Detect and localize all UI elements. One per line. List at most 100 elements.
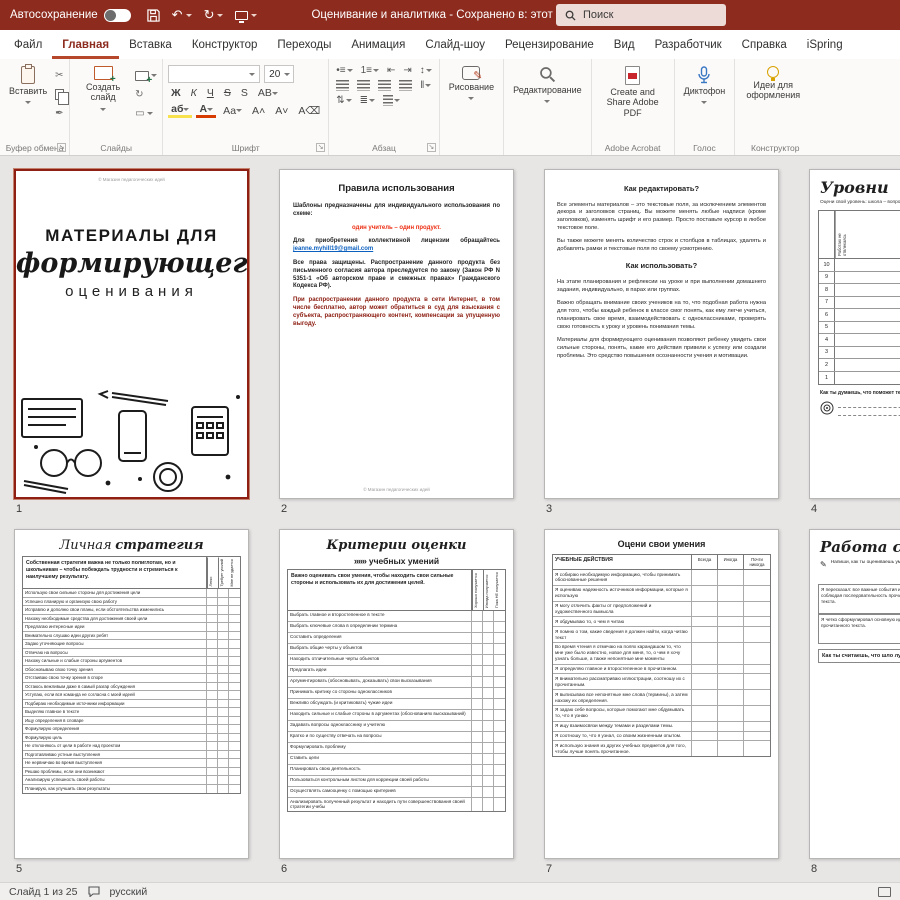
underline-button[interactable]: Ч	[204, 87, 217, 99]
italic-button[interactable]: К	[188, 87, 200, 99]
slide-thumbnail-5[interactable]: Личная стратегия Собственная стратегия в…	[14, 529, 249, 859]
reset-slide-button[interactable]: ↻	[135, 87, 157, 102]
bullets-button[interactable]: •≡	[334, 65, 354, 76]
search-input[interactable]: Поиск	[556, 4, 726, 26]
dialog-launcher-icon[interactable]: ↘	[316, 143, 325, 152]
slide-title: Оцени свои умения	[545, 539, 778, 549]
language-indicator[interactable]: русский	[110, 886, 148, 898]
tab-file[interactable]: Файл	[4, 32, 52, 59]
strikethrough-button[interactable]: S	[221, 87, 234, 99]
font-name-select[interactable]	[168, 65, 260, 83]
outdent-icon: ⇤	[387, 65, 395, 76]
slide-number: 1	[14, 503, 249, 515]
dictate-button[interactable]: Диктофон	[680, 63, 730, 110]
tab-design[interactable]: Конструктор	[182, 32, 268, 59]
slide-title: Критерии оценки	[280, 537, 513, 553]
new-slide-button[interactable]: Создать слайд	[75, 63, 131, 117]
table-row: Подбираю необходимые источники информаци…	[23, 700, 240, 709]
grow-font-button[interactable]: А˄	[249, 105, 268, 117]
chevron-down-icon	[251, 14, 257, 20]
tab-developer[interactable]: Разработчик	[645, 32, 732, 59]
table-row: Не нервничаю во время выступления	[23, 759, 240, 768]
align-text-button[interactable]: ≣	[358, 95, 377, 106]
font-color-button[interactable]: А	[196, 103, 216, 118]
table-row: Я помню о том, какие сведения я должен н…	[553, 627, 770, 643]
create-pdf-button[interactable]: Create and Share Adobe PDF	[597, 63, 669, 121]
table-row: Отстаиваю свою точку зрения в споре	[23, 674, 240, 683]
save-button[interactable]	[141, 0, 166, 30]
tab-transitions[interactable]: Переходы	[267, 32, 341, 59]
clear-formatting-button[interactable]: А⌫	[295, 105, 323, 117]
slide-thumbnail-2[interactable]: Правила использования Шаблоны предназнач…	[279, 169, 514, 499]
text-shadow-button[interactable]: S	[238, 87, 251, 99]
slide-thumbnail-4[interactable]: Уровни Оцени свой уровень: школа – вопро…	[809, 169, 900, 499]
align-left-button[interactable]	[334, 80, 351, 91]
cut-button[interactable]: ✂	[55, 68, 64, 83]
comments-icon[interactable]	[88, 886, 100, 897]
group-slides: Создать слайд ↻ ▭ Слайды	[70, 59, 163, 155]
table-row: Выбрать ключевые слова в определении тер…	[288, 622, 505, 633]
slide-thumbnail-7[interactable]: Оцени свои умения УЧЕБНЫЕ ДЕЙСТВИЯ Всегд…	[544, 529, 779, 859]
chevron-down-icon	[544, 100, 550, 106]
notes-icon[interactable]	[878, 887, 891, 897]
align-right-button[interactable]	[376, 80, 393, 91]
slide-thumbnail-8[interactable]: Работа с текстом ✎ Напиши, как ты оценив…	[809, 529, 900, 859]
undo-button[interactable]: ↶	[166, 0, 198, 30]
column-header: Пока НЕ получается	[494, 570, 505, 610]
table-row: 6	[819, 309, 900, 322]
chevron-down-icon	[217, 14, 223, 20]
align-center-button[interactable]	[355, 80, 372, 91]
tab-view[interactable]: Вид	[604, 32, 645, 59]
tab-animations[interactable]: Анимация	[341, 32, 415, 59]
copy-button[interactable]	[55, 87, 64, 102]
reflection-question: Как ты считаешь, что шло лучше?	[818, 649, 900, 663]
section-button[interactable]: ▭	[135, 106, 157, 121]
tab-insert[interactable]: Вставка	[119, 32, 182, 59]
highlight-color-button[interactable]: аб	[168, 103, 192, 118]
format-painter-button[interactable]: ✒	[55, 106, 64, 121]
autosave-toggle[interactable]: Автосохранение	[0, 0, 141, 30]
dialog-launcher-icon[interactable]: ↘	[427, 143, 436, 152]
strategy-table: Использую свои сильные стороны для дости…	[22, 589, 241, 794]
tab-slideshow[interactable]: Слайд-шоу	[415, 32, 495, 59]
justify-button[interactable]	[397, 80, 414, 91]
change-case-button[interactable]: Аа	[220, 105, 245, 117]
chevron-down-icon	[347, 69, 353, 75]
table-row: Не отклоняюсь от цели в работе над проек…	[23, 742, 240, 751]
slide-thumbnail-3[interactable]: Как редактировать? Все элементы материал…	[544, 169, 779, 499]
pencil-icon: ✎	[820, 560, 827, 570]
tab-home[interactable]: Главная	[52, 32, 119, 59]
tab-ispring[interactable]: iSpring	[797, 32, 853, 59]
autosave-label: Автосохранение	[10, 9, 98, 21]
group-editing: Редактирование	[504, 59, 592, 155]
text-direction-button[interactable]: ⇅	[334, 95, 353, 106]
bold-button[interactable]: Ж	[168, 87, 184, 99]
criteria-box: Я пересказал: все важные события и детал…	[818, 584, 900, 614]
table-row: Предлагать идеи	[288, 666, 505, 677]
table-row: Выбрать общие черты у объектов	[288, 644, 505, 655]
slide-thumbnail-1[interactable]: © Магазин педагогических идей МАТЕРИАЛЫ …	[14, 169, 249, 499]
columns-button[interactable]: ‖	[418, 80, 433, 91]
numbering-button[interactable]: 1≡	[359, 65, 381, 76]
tab-review[interactable]: Рецензирование	[495, 32, 604, 59]
tab-help[interactable]: Справка	[732, 32, 797, 59]
redo-button[interactable]: ↻	[198, 0, 230, 30]
font-size-select[interactable]: 20	[264, 65, 294, 83]
table-row: Нахожу сильные и слабые стороны аргумент…	[23, 657, 240, 666]
paste-button[interactable]: Вставить	[5, 63, 51, 110]
editing-button[interactable]: Редактирование	[509, 63, 586, 109]
line-spacing-button[interactable]: ↕	[418, 65, 434, 76]
increase-indent-button[interactable]: ⇥	[401, 65, 413, 76]
layout-button[interactable]	[135, 68, 157, 83]
dialog-launcher-icon[interactable]: ↘	[57, 143, 66, 152]
chevron-down-icon	[284, 73, 290, 79]
shrink-font-button[interactable]: А˅	[272, 105, 291, 117]
convert-smartart-button[interactable]	[381, 95, 402, 106]
start-slideshow-button[interactable]	[229, 0, 263, 30]
text-direction-icon: ⇅	[336, 95, 344, 106]
slide-thumbnail-6[interactable]: Критерии оценки »»»учебных умений Важно …	[279, 529, 514, 859]
character-spacing-button[interactable]: АВ	[255, 87, 281, 99]
design-ideas-button[interactable]: Идеи для оформления	[740, 63, 806, 104]
decrease-indent-button[interactable]: ⇤	[385, 65, 397, 76]
drawing-button[interactable]: Рисование	[445, 63, 498, 106]
